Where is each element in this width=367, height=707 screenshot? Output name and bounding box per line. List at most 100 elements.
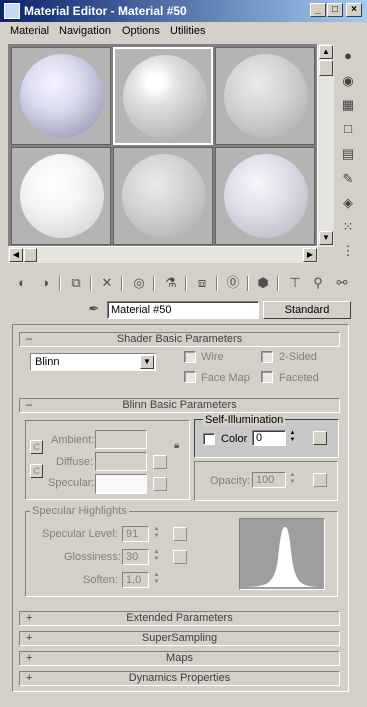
chevron-down-icon: ▼ xyxy=(140,355,154,369)
faceted-checkbox[interactable] xyxy=(261,371,273,383)
expand-icon: + xyxy=(26,612,33,624)
rollout-shader-basic[interactable]: – Shader Basic Parameters xyxy=(19,332,340,347)
sample-type-icon[interactable]: ● xyxy=(339,47,357,65)
copy-material-icon[interactable]: ◎ xyxy=(130,274,148,292)
face-map-checkbox[interactable] xyxy=(184,371,196,383)
go-forward-to-sibling-icon[interactable]: ⚯ xyxy=(333,274,351,292)
material-type-button[interactable]: Standard xyxy=(263,301,351,319)
make-preview-icon[interactable]: ✎ xyxy=(339,170,357,188)
specular-level-input[interactable]: 91 xyxy=(122,526,149,542)
select-by-material-icon[interactable]: ⁙ xyxy=(339,218,357,236)
minimize-button[interactable]: _ xyxy=(310,3,326,17)
specular-map-button[interactable] xyxy=(153,477,167,491)
menu-material[interactable]: Material xyxy=(10,25,49,37)
lock-icon[interactable]: 🔒︎ xyxy=(174,440,186,454)
scroll-up-icon[interactable]: ▲ xyxy=(319,45,333,59)
ambient-color-swatch[interactable] xyxy=(95,430,147,449)
specular-level-map-button[interactable] xyxy=(173,527,187,541)
self-illumination-spinner[interactable]: ▲ ▼ xyxy=(288,430,297,446)
two-sided-label: 2-Sided xyxy=(279,351,317,363)
go-to-parent-icon[interactable]: ⚲ xyxy=(309,274,327,292)
menu-options[interactable]: Options xyxy=(122,25,160,37)
sample-slots xyxy=(8,44,318,247)
self-illumination-color-checkbox[interactable] xyxy=(203,433,215,445)
rollout-title: Dynamics Properties xyxy=(128,672,231,684)
rollout-blinn-basic[interactable]: – Blinn Basic Parameters xyxy=(19,398,340,413)
scroll-down-icon[interactable]: ▼ xyxy=(319,231,333,245)
toolbar-separator xyxy=(277,276,279,291)
rollout-supersampling[interactable]: + SuperSampling xyxy=(19,631,340,646)
sample-slot-1[interactable] xyxy=(11,47,111,145)
diffuse-color-swatch[interactable] xyxy=(95,452,147,471)
assign-to-selection-icon[interactable]: ⧉ xyxy=(67,274,85,292)
shader-type-dropdown[interactable]: Blinn ▼ xyxy=(30,353,156,371)
material-sphere xyxy=(20,154,104,238)
get-material-icon[interactable]: ◐ xyxy=(13,274,31,292)
material-effects-channel-icon[interactable]: ⓪ xyxy=(224,274,242,292)
lock-diffuse-specular-icon[interactable]: C xyxy=(30,464,43,478)
sample-slot-5[interactable] xyxy=(113,147,213,245)
put-to-library-icon[interactable]: ⧈ xyxy=(193,274,211,292)
scroll-thumb[interactable] xyxy=(24,248,37,262)
rollout-dynamics-properties[interactable]: + Dynamics Properties xyxy=(19,671,340,686)
glossiness-spinner[interactable]: ▲ ▼ xyxy=(152,549,161,565)
glossiness-map-button[interactable] xyxy=(173,550,187,564)
rollout-maps[interactable]: + Maps xyxy=(19,651,340,666)
diffuse-map-button[interactable] xyxy=(153,455,167,469)
expand-icon: + xyxy=(26,652,33,664)
soften-spinner[interactable]: ▲ ▼ xyxy=(152,572,161,588)
self-illumination-value-input[interactable]: 0 xyxy=(252,430,286,446)
sample-slot-2[interactable] xyxy=(113,47,213,145)
maximize-button[interactable]: □ xyxy=(327,3,343,17)
background-icon[interactable]: ▦ xyxy=(339,96,357,114)
lock-ambient-diffuse-icon[interactable]: C xyxy=(30,440,43,454)
glossiness-input[interactable]: 30 xyxy=(122,549,149,565)
opacity-map-button[interactable] xyxy=(313,473,327,487)
pick-material-eyedropper-icon[interactable]: ✒ xyxy=(85,300,103,318)
toolbar-separator xyxy=(121,276,123,291)
backlight-icon[interactable]: ◉ xyxy=(339,72,357,90)
material-sphere xyxy=(224,154,308,238)
material-name-field[interactable]: Material #50 xyxy=(107,301,259,319)
reset-map-icon[interactable]: ✕ xyxy=(98,274,116,292)
specular-level-label: Specular Level: xyxy=(42,528,118,540)
close-button[interactable]: × xyxy=(346,3,362,17)
sample-slot-6[interactable] xyxy=(215,147,315,245)
sample-slot-3[interactable] xyxy=(215,47,315,145)
shader-type-value: Blinn xyxy=(35,356,60,368)
scroll-right-icon[interactable]: ▶ xyxy=(303,248,317,262)
uv-tiling-icon[interactable]: □ xyxy=(339,120,357,138)
rollout-extended-parameters[interactable]: + Extended Parameters xyxy=(19,611,340,626)
glossiness-label: Glossiness: xyxy=(64,551,121,563)
video-color-check-icon[interactable]: ▤ xyxy=(339,145,357,163)
two-sided-checkbox[interactable] xyxy=(261,351,273,363)
specular-level-spinner[interactable]: ▲ ▼ xyxy=(152,526,161,542)
window-title: Material Editor - Material #50 xyxy=(24,4,187,18)
put-material-icon[interactable]: ◑ xyxy=(36,274,54,292)
highlight-curve-icon xyxy=(240,527,324,587)
rollout-title: Blinn Basic Parameters xyxy=(122,399,237,411)
soften-input[interactable]: 1,0 xyxy=(122,572,149,588)
wire-checkbox[interactable] xyxy=(184,351,196,363)
material-sphere xyxy=(224,54,308,138)
self-illumination-map-button[interactable] xyxy=(313,431,327,445)
scroll-left-icon[interactable]: ◀ xyxy=(9,248,23,262)
menu-utilities[interactable]: Utilities xyxy=(170,25,205,37)
opacity-input[interactable]: 100 xyxy=(252,472,286,488)
horizontal-scrollbar[interactable]: ◀ ▶ xyxy=(8,247,318,263)
sample-slot-4[interactable] xyxy=(11,147,111,245)
opacity-spinner[interactable]: ▲ ▼ xyxy=(288,472,297,488)
show-end-result-icon[interactable]: ⊤ xyxy=(286,274,304,292)
face-map-label: Face Map xyxy=(201,372,250,384)
material-navigator-icon[interactable]: ⋮ xyxy=(339,242,357,260)
expand-icon: + xyxy=(26,672,33,684)
scroll-thumb[interactable] xyxy=(319,60,333,76)
faceted-label: Faceted xyxy=(279,372,319,384)
options-icon[interactable]: ◈ xyxy=(339,194,357,212)
vertical-scrollbar[interactable]: ▲ ▼ xyxy=(318,44,334,247)
show-map-in-viewport-icon[interactable]: ⬢ xyxy=(254,274,272,292)
menu-navigation[interactable]: Navigation xyxy=(59,25,111,37)
make-unique-icon[interactable]: ⚗ xyxy=(162,274,180,292)
color-label: Color xyxy=(221,433,248,445)
specular-color-swatch[interactable] xyxy=(95,474,147,494)
